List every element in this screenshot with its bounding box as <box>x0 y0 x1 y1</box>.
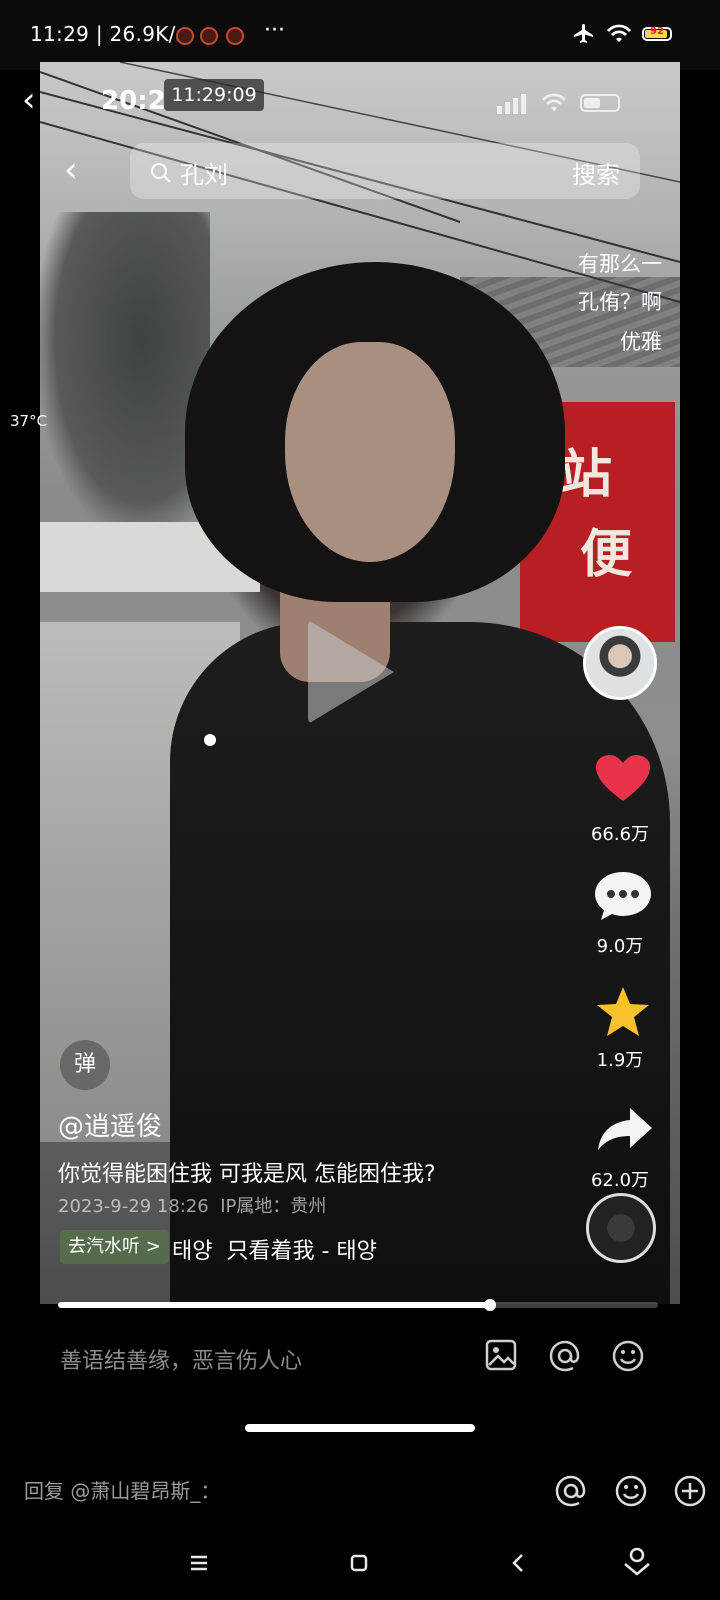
timestamp-badge: 11:29:09 <box>164 79 264 111</box>
image-icon[interactable] <box>485 1339 517 1371</box>
battery-icon: 92 <box>642 26 672 41</box>
music-disc-icon[interactable] <box>586 1193 656 1263</box>
share-count: 62.0万 <box>590 1170 650 1191</box>
video-meta: 2023-9-29 18:26 IP属地：贵州 <box>58 1196 327 1217</box>
search-query[interactable]: 孔刘 <box>180 155 228 190</box>
back-icon[interactable]: ‹ <box>22 80 36 120</box>
video-progress-fill <box>58 1302 490 1308</box>
author-avatar[interactable] <box>583 626 657 700</box>
reply-add-icon[interactable] <box>673 1474 707 1508</box>
video-progress-bar[interactable] <box>58 1299 658 1311</box>
back-nav-icon[interactable] <box>510 1552 526 1574</box>
search-back-icon[interactable]: ‹ <box>64 150 78 190</box>
share-icon[interactable] <box>598 1108 652 1152</box>
favorite-star-icon[interactable] <box>596 986 650 1038</box>
temperature-label: 37°C <box>10 412 48 430</box>
app-notification-icon <box>200 27 218 45</box>
comment-count: 9.0万 <box>596 936 644 957</box>
system-status-bar: 11:29 | 26.9K/s ··· 92 <box>0 0 720 70</box>
caption-line: 优雅 <box>620 330 662 354</box>
wifi-icon <box>607 24 631 42</box>
inner-status-time: 20:2 <box>101 86 166 116</box>
author-name[interactable]: @逍遥俊 <box>58 1106 162 1143</box>
inner-wifi-icon <box>542 93 566 111</box>
more-notifications-icon: ··· <box>264 18 285 43</box>
search-icon <box>151 163 171 183</box>
comment-input[interactable]: 善语结善缘，恶言伤人心 <box>60 1343 302 1375</box>
app-notification-icon <box>226 27 244 45</box>
reply-input[interactable]: 回复 @萧山碧昂斯_： <box>24 1475 220 1504</box>
video-description: 你觉得能困住我 可我是风 怎能困住我? <box>58 1162 436 1187</box>
assistant-nav-icon[interactable] <box>622 1546 652 1578</box>
reply-mention-at-icon[interactable] <box>554 1474 588 1508</box>
caption-line: 孔侑？啊 <box>578 290 662 314</box>
search-button[interactable]: 搜索 <box>572 155 620 190</box>
airplane-icon <box>574 24 593 43</box>
person-face <box>285 342 455 562</box>
scene-dot <box>204 734 216 746</box>
battery-percent: 92 <box>650 26 664 37</box>
like-count: 66.6万 <box>590 824 650 845</box>
video-progress-knob[interactable] <box>484 1299 496 1311</box>
song-title[interactable]: 태양 只看着我 - 태양 <box>172 1233 377 1265</box>
inner-signal-icon <box>497 94 526 114</box>
reply-emoji-icon[interactable] <box>614 1474 648 1508</box>
comment-icon[interactable] <box>595 872 651 920</box>
emoji-icon[interactable] <box>611 1339 645 1373</box>
mention-at-icon[interactable] <box>548 1339 582 1373</box>
favorite-count: 1.9万 <box>596 1050 644 1071</box>
gesture-home-bar[interactable] <box>245 1424 475 1432</box>
home-nav-icon[interactable] <box>349 1553 369 1573</box>
status-right-icons: 92 <box>572 22 672 46</box>
like-icon[interactable] <box>596 755 650 803</box>
status-time: 11:29 | 26.9K/s <box>30 22 187 46</box>
app-notification-icon <box>176 27 194 45</box>
menu-nav-icon[interactable] <box>187 1554 211 1572</box>
play-icon[interactable] <box>308 620 394 724</box>
caption-line: 有那么一 <box>578 252 662 276</box>
qishui-listen-button[interactable]: 去汽水听 > <box>60 1230 169 1264</box>
danmu-toggle-button[interactable]: 弹 <box>60 1040 110 1090</box>
inner-battery-icon <box>580 94 620 112</box>
